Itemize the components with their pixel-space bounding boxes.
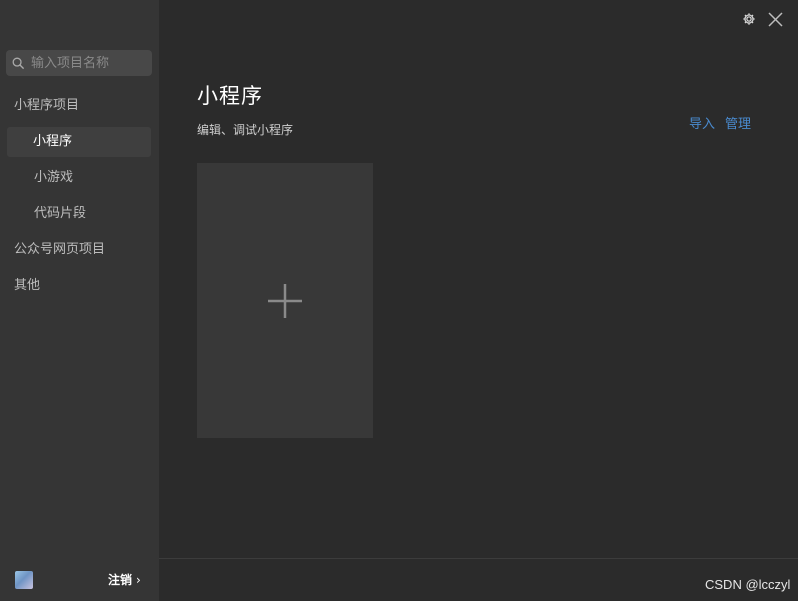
bottom-bar	[159, 558, 798, 601]
sidebar: 小程序项目 小程序 小游戏 代码片段 公众号网页项目 其他 注销›	[0, 0, 159, 601]
sidebar-item-code-snippets[interactable]: 代码片段	[34, 199, 86, 229]
avatar[interactable]	[15, 571, 33, 589]
sidebar-item-official-account-web[interactable]: 公众号网页项目	[14, 235, 105, 265]
gear-icon[interactable]	[742, 12, 756, 26]
watermark: CSDN @lcczyl	[705, 577, 791, 592]
plus-icon	[268, 283, 302, 318]
sidebar-item-miniprogram-projects[interactable]: 小程序项目	[14, 91, 79, 121]
manage-link[interactable]: 管理	[725, 113, 751, 132]
logout-label: 注销	[108, 573, 133, 587]
sidebar-item-other[interactable]: 其他	[14, 271, 40, 301]
search-input[interactable]	[29, 54, 143, 72]
sidebar-footer: 注销 ›	[0, 558, 159, 601]
window-edge	[798, 0, 808, 601]
sidebar-item-minigame[interactable]: 小游戏	[34, 163, 73, 193]
chevron-right-icon: ›	[136, 573, 141, 587]
import-link[interactable]: 导入	[689, 113, 715, 132]
sidebar-item-miniprogram[interactable]: 小程序	[7, 127, 151, 157]
page-subtitle: 编辑、调试小程序	[197, 123, 294, 137]
page-title: 小程序	[197, 84, 263, 108]
app-window: 小程序项目 小程序 小游戏 代码片段 公众号网页项目 其他 注销›	[0, 0, 798, 601]
logout-button[interactable]: 注销 ›	[108, 571, 141, 588]
search-icon	[12, 57, 25, 69]
close-icon[interactable]	[767, 11, 784, 28]
search-box[interactable]	[6, 50, 152, 76]
create-project-card[interactable]	[197, 163, 373, 438]
